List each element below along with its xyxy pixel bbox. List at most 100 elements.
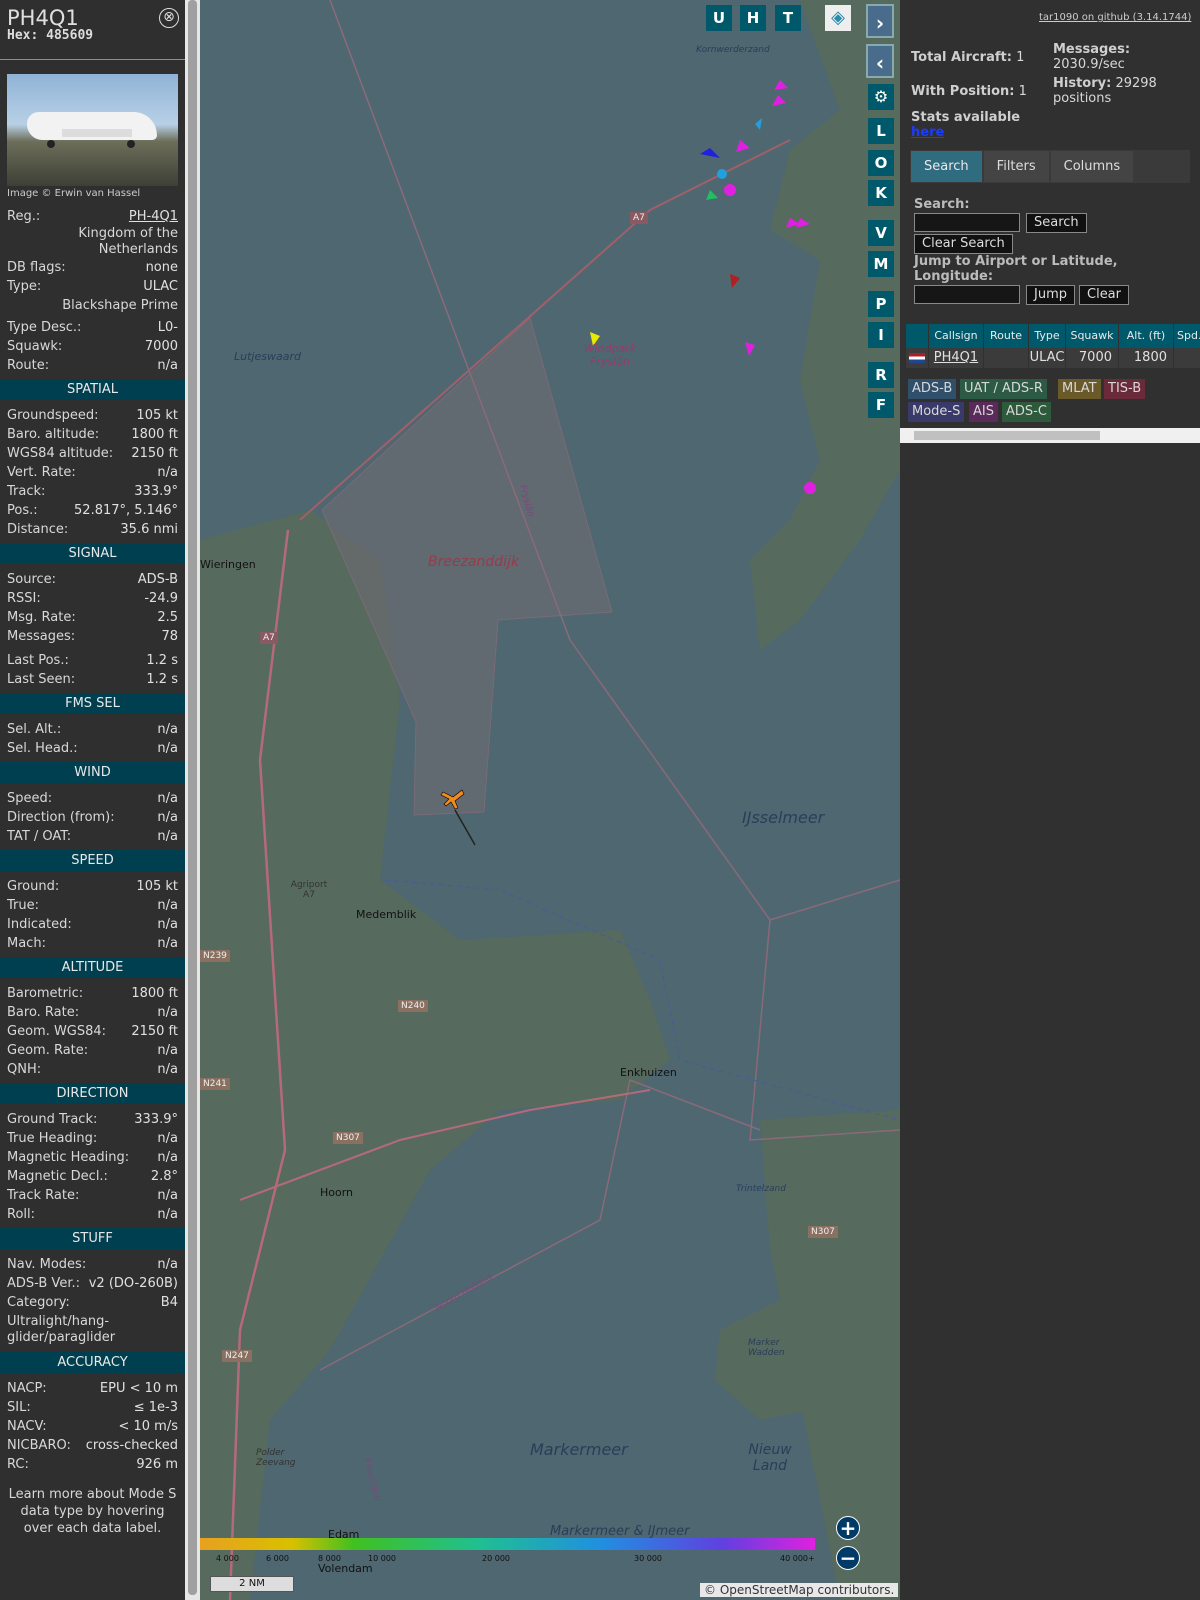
toggle-u-button[interactable]: U (706, 5, 732, 31)
direction-row: Magnetic Heading: n/a (7, 1150, 178, 1165)
direction-row: Roll: n/a (7, 1207, 178, 1222)
zoom-in-button[interactable]: + (836, 1516, 860, 1540)
toggle-i-button[interactable]: I (868, 322, 894, 348)
map-view[interactable]: Breezanddijk IJsselmeer Markermeer Medem… (200, 0, 900, 1600)
road-label: A7 (630, 212, 648, 224)
direction-row: Ground Track: 333.9° (7, 1112, 178, 1127)
registration-link[interactable]: PH-4Q1 (129, 207, 178, 226)
tab-filters[interactable]: Filters (983, 151, 1049, 182)
altitude-row: QNH: n/a (7, 1062, 178, 1077)
legend-tick: 30 000 (634, 1554, 662, 1563)
stats-link[interactable]: here (911, 125, 944, 140)
toggle-p-button[interactable]: P (868, 291, 894, 317)
table-row-callsign[interactable]: PH4Q1 (929, 348, 983, 368)
legend-tick: 10 000 (368, 1554, 396, 1563)
footer-hint: Learn more about Mode S data type by hov… (8, 1487, 177, 1536)
source-legend-modes: Mode-S (908, 402, 965, 422)
map-label: Hoorn (320, 1186, 354, 1199)
table-row-altitude[interactable]: 1800 (1119, 348, 1173, 368)
info-row: Reg.: PH-4Q1 (7, 207, 178, 226)
legend-tick: 20 000 (482, 1554, 510, 1563)
toggle-m-button[interactable]: M (868, 251, 894, 277)
info-row: Route: n/a (7, 358, 178, 373)
tab-columns[interactable]: Columns (1050, 151, 1134, 182)
source-legend-adsc: ADS-C (1002, 402, 1051, 422)
map-canvas[interactable] (200, 0, 900, 1600)
road-label: A7 (260, 632, 278, 644)
section-header-wind: WIND (0, 762, 185, 783)
toggle-o-button[interactable]: O (868, 150, 894, 176)
map-label: Nieuw Land (748, 1442, 792, 1474)
column-header[interactable]: Route (984, 324, 1028, 348)
toggle-f-button[interactable]: F (868, 392, 894, 418)
panel-tabs: Search Filters Columns (910, 150, 1190, 183)
with-position: With Position: 1 (911, 84, 1027, 99)
sidebar-scrollbar-thumb[interactable] (188, 0, 197, 1595)
jump-input[interactable] (914, 285, 1020, 304)
altitude-row: Baro. Rate: n/a (7, 1005, 178, 1020)
map-label: Edam (328, 1528, 360, 1541)
aircraft-photo[interactable] (7, 74, 178, 186)
table-row-squawk[interactable]: 7000 (1066, 348, 1118, 368)
spatial-row: Groundspeed: 105 kt (7, 408, 178, 423)
clear-button[interactable]: Clear (1079, 285, 1129, 305)
stuff-row: ADS-B Ver.: v2 (DO-260B) (7, 1276, 178, 1291)
accuracy-row: RC: 926 m (7, 1457, 178, 1472)
toggle-v-button[interactable]: V (868, 220, 894, 246)
toggle-l-button[interactable]: L (868, 118, 894, 144)
toggle-t-button[interactable]: T (775, 5, 801, 31)
wind-row: Speed: n/a (7, 791, 178, 806)
toggle-k-button[interactable]: K (868, 180, 894, 206)
signal-row: Last Pos.: 1.2 s (7, 653, 178, 668)
map-label: Polder Zeevang (256, 1448, 296, 1468)
speed-row: True: n/a (7, 898, 178, 913)
table-row-type[interactable]: ULAC (1029, 348, 1065, 368)
map-label: Markermeer & IJmeer (550, 1524, 690, 1539)
jump-button[interactable]: Jump (1026, 285, 1075, 305)
map-label: Kornwerderzand (696, 45, 770, 55)
layers-icon[interactable]: ◈ (825, 5, 851, 31)
settings-gear-icon[interactable]: ⚙ (868, 84, 894, 110)
accuracy-row: SIL: ≤ 1e-3 (7, 1400, 178, 1415)
toggle-r-button[interactable]: R (868, 362, 894, 388)
fms-row: Sel. Alt.: n/a (7, 722, 178, 737)
map-attribution[interactable]: © OpenStreetMap contributors. (700, 1583, 899, 1597)
column-header[interactable]: Squawk (1066, 324, 1118, 348)
road-label: N307 (808, 1226, 838, 1238)
column-header[interactable]: Callsign (929, 324, 983, 348)
tab-search[interactable]: Search (911, 151, 982, 182)
spatial-row: Baro. altitude: 1800 ft (7, 427, 178, 442)
table-row-speed[interactable] (1174, 348, 1200, 368)
clear-search-button[interactable]: Clear Search (914, 234, 1013, 254)
close-icon[interactable]: ⊗ (159, 8, 179, 28)
altitude-row: Barometric: 1800 ft (7, 986, 178, 1001)
image-credit: Image © Erwin van Hassel (7, 188, 141, 199)
search-input[interactable] (914, 213, 1020, 232)
spatial-row: Track: 333.9° (7, 484, 178, 499)
category-description: Ultralight/hang-glider/paraglider (7, 1314, 116, 1345)
search-button[interactable]: Search (1026, 213, 1087, 233)
legend-tick: 8 000 (318, 1554, 341, 1563)
map-label: Wieringen (200, 558, 256, 571)
table-row-route[interactable] (984, 348, 1028, 368)
prev-aircraft-button[interactable]: ‹ (866, 44, 894, 78)
next-aircraft-button[interactable]: › (866, 4, 894, 38)
column-header[interactable]: Alt. (ft) (1119, 324, 1173, 348)
altitude-row: Geom. WGS84: 2150 ft (7, 1024, 178, 1039)
column-header[interactable]: Spd. (1174, 324, 1200, 348)
road-label: N239 (200, 950, 230, 962)
table-horizontal-scrollbar[interactable] (900, 428, 1200, 443)
table-scrollbar-thumb[interactable] (914, 431, 1100, 440)
map-label: Marker Wadden (748, 1338, 785, 1358)
map-label: Medemblik (356, 908, 417, 921)
country: Kingdom of the Netherlands (78, 226, 178, 257)
section-header-speed: SPEED (0, 850, 185, 871)
map-label: Trintelzand (736, 1184, 786, 1194)
version-link[interactable]: tar1090 on github (3.14.1744) (1039, 12, 1191, 23)
section-header-spatial: SPATIAL (0, 379, 185, 400)
section-header-stuff: STUFF (0, 1228, 185, 1249)
toggle-h-button[interactable]: H (740, 5, 766, 31)
accuracy-row: NICBARO: cross-checked (7, 1438, 178, 1453)
column-header[interactable]: Type (1029, 324, 1065, 348)
zoom-out-button[interactable]: − (836, 1546, 860, 1570)
